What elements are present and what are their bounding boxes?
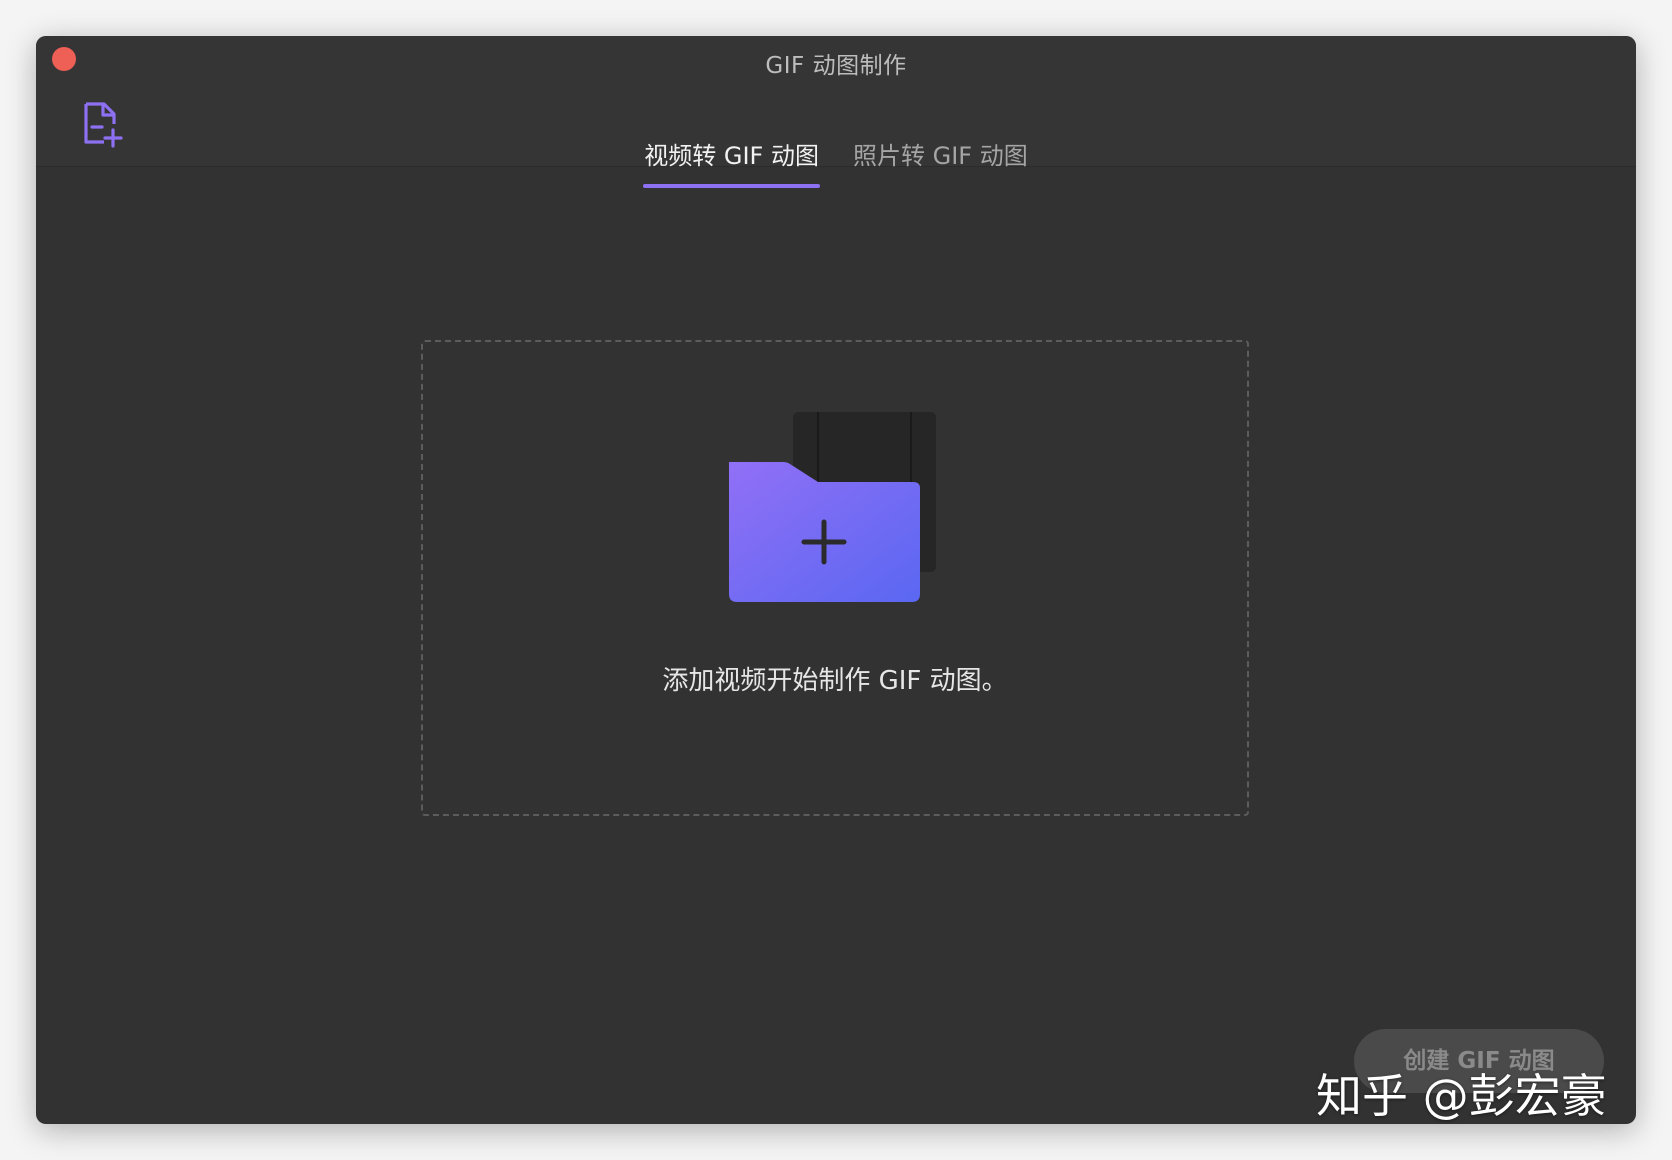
- mode-tabs: 视频转 GIF 动图 照片转 GIF 动图: [36, 142, 1636, 192]
- watermark-text: 知乎 @彭宏豪: [1316, 1069, 1607, 1123]
- tab-video-to-gif-label: 视频转 GIF 动图: [644, 142, 819, 170]
- window-title: GIF 动图制作: [765, 53, 907, 79]
- tab-photo-to-gif[interactable]: 照片转 GIF 动图: [852, 142, 1029, 188]
- drop-zone-hint: 添加视频开始制作 GIF 动图。: [662, 666, 1008, 696]
- active-tab-indicator: [643, 184, 820, 188]
- add-folder-icon[interactable]: [723, 412, 953, 612]
- app-window: GIF 动图制作 视频转 GIF 动图 照片转 GIF 动图 添加视频开始制作 …: [36, 36, 1636, 1124]
- add-file-icon: [84, 102, 123, 148]
- add-file-button[interactable]: [80, 100, 124, 148]
- tab-video-to-gif[interactable]: 视频转 GIF 动图: [643, 142, 820, 188]
- video-drop-zone[interactable]: 添加视频开始制作 GIF 动图。: [421, 340, 1249, 816]
- tab-photo-to-gif-label: 照片转 GIF 动图: [853, 142, 1028, 170]
